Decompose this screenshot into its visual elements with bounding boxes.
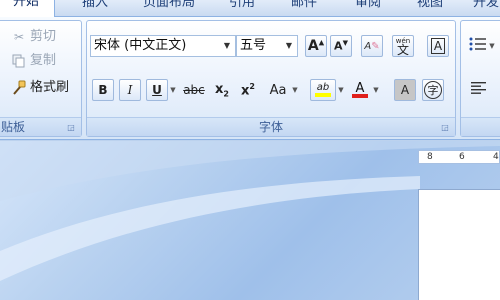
copy-button[interactable]: 复制 [11,51,56,71]
clipboard-launcher-icon[interactable]: ◲ [66,123,76,133]
phonetic-guide-button[interactable]: wén 文 [392,35,414,57]
font-color-icon: A [355,80,365,96]
character-border-icon: A [430,38,446,54]
document-workspace: 8 6 4 [0,141,500,300]
enclose-characters-button[interactable]: 字 [422,79,444,101]
underline-button[interactable]: U [146,79,168,101]
superscript-icon: x2 [241,81,255,99]
chevron-down-icon: ▼ [223,41,231,50]
tab-home[interactable]: 开始 [0,0,55,18]
strikethrough-icon: abc [183,83,205,97]
highlight-button[interactable]: ab [310,79,336,101]
character-shading-icon: A [400,83,410,97]
grow-font-button[interactable]: A▲ [305,35,327,57]
ribbon-panel: ✂ 剪切 复制 格式刷 贴板 ◲ 宋体 (中文正文) ▼ 五号 ▼ A▲ A▼ … [0,17,500,140]
highlight-color-bar [315,93,331,97]
bold-button[interactable]: B [92,79,114,101]
paragraph-group-footer [461,117,500,136]
horizontal-ruler[interactable]: 8 6 4 [418,150,500,164]
grow-font-icon: A▲ [307,38,325,54]
clear-formatting-button[interactable]: A✎ [361,35,383,57]
font-name-value: 宋体 (中文正文) [94,38,187,53]
ruler-tick-label: 4 [493,152,499,162]
italic-button[interactable]: I [119,79,141,101]
tab-developer[interactable]: 开发 [466,0,500,17]
change-case-dropdown-icon[interactable]: ▼ [291,79,299,101]
bullets-dropdown-icon: ▼ [489,42,495,50]
font-color-dropdown-icon[interactable]: ▼ [372,79,380,101]
tab-insert[interactable]: 插入 [70,0,120,17]
clipboard-group: ✂ 剪切 复制 格式刷 贴板 ◲ [0,20,82,137]
underline-dropdown-icon[interactable]: ▼ [169,79,177,101]
tab-references[interactable]: 引用 [220,0,264,17]
clipboard-group-label: 贴板 [1,120,26,134]
font-name-combo[interactable]: 宋体 (中文正文) ▼ [90,35,236,57]
font-group-label: 字体 [258,120,283,134]
italic-icon: I [127,83,133,97]
cut-label: 剪切 [30,29,57,44]
highlighter-icon: ab [316,82,330,93]
underline-icon: U [152,83,162,97]
font-color-button[interactable]: A [349,79,371,101]
chevron-down-icon: ▼ [285,41,293,50]
change-case-icon: Aa [269,82,287,98]
copy-icon [11,53,27,69]
cut-button[interactable]: ✂ 剪切 [11,27,56,47]
paragraph-group: ▼ [460,20,500,137]
ribbon-tab-bar: 开始 插入 页面布局 引用 邮件 审阅 视图 开发 [0,0,500,18]
shrink-font-button[interactable]: A▼ [330,35,352,57]
tab-mailings[interactable]: 邮件 [282,0,326,17]
font-color-bar [352,93,368,98]
font-launcher-icon[interactable]: ◲ [440,123,450,133]
format-painter-button[interactable]: 格式刷 [11,78,69,98]
tab-review[interactable]: 审阅 [346,0,390,17]
font-group-footer: 字体 ◲ [87,117,455,136]
eraser-icon: A✎ [364,40,380,52]
tab-page-layout[interactable]: 页面布局 [132,0,206,17]
ruler-tick-label: 8 [427,152,433,162]
font-size-combo[interactable]: 五号 ▼ [236,35,298,57]
scissors-icon: ✂ [13,30,25,44]
format-painter-label: 格式刷 [30,80,70,95]
shrink-font-icon: A▼ [334,39,348,53]
document-page[interactable] [418,189,500,300]
change-case-button[interactable]: Aa [264,79,292,101]
bullet-list-icon [469,37,487,55]
font-size-value: 五号 [240,38,267,53]
strikethrough-button[interactable]: abc [181,79,207,101]
enclose-characters-icon: 字 [424,81,442,99]
bullets-button[interactable]: ▼ [467,35,497,57]
subscript-icon: x2 [215,81,229,99]
ruler-tick-label: 6 [459,152,465,162]
copy-label: 复制 [30,53,57,68]
paintbrush-icon [11,80,27,96]
superscript-button[interactable]: x2 [237,79,259,101]
highlight-dropdown-icon[interactable]: ▼ [337,79,345,101]
character-shading-button[interactable]: A [394,79,416,101]
align-left-icon [471,82,487,98]
font-group: 宋体 (中文正文) ▼ 五号 ▼ A▲ A▼ A✎ wén 文 A B I U … [86,20,456,137]
subscript-button[interactable]: x2 [211,79,233,101]
character-border-button[interactable]: A [427,35,449,57]
tab-view[interactable]: 视图 [408,0,452,17]
bold-icon: B [98,83,108,97]
align-left-button[interactable] [467,79,491,101]
clipboard-group-footer: 贴板 ◲ [0,117,81,136]
